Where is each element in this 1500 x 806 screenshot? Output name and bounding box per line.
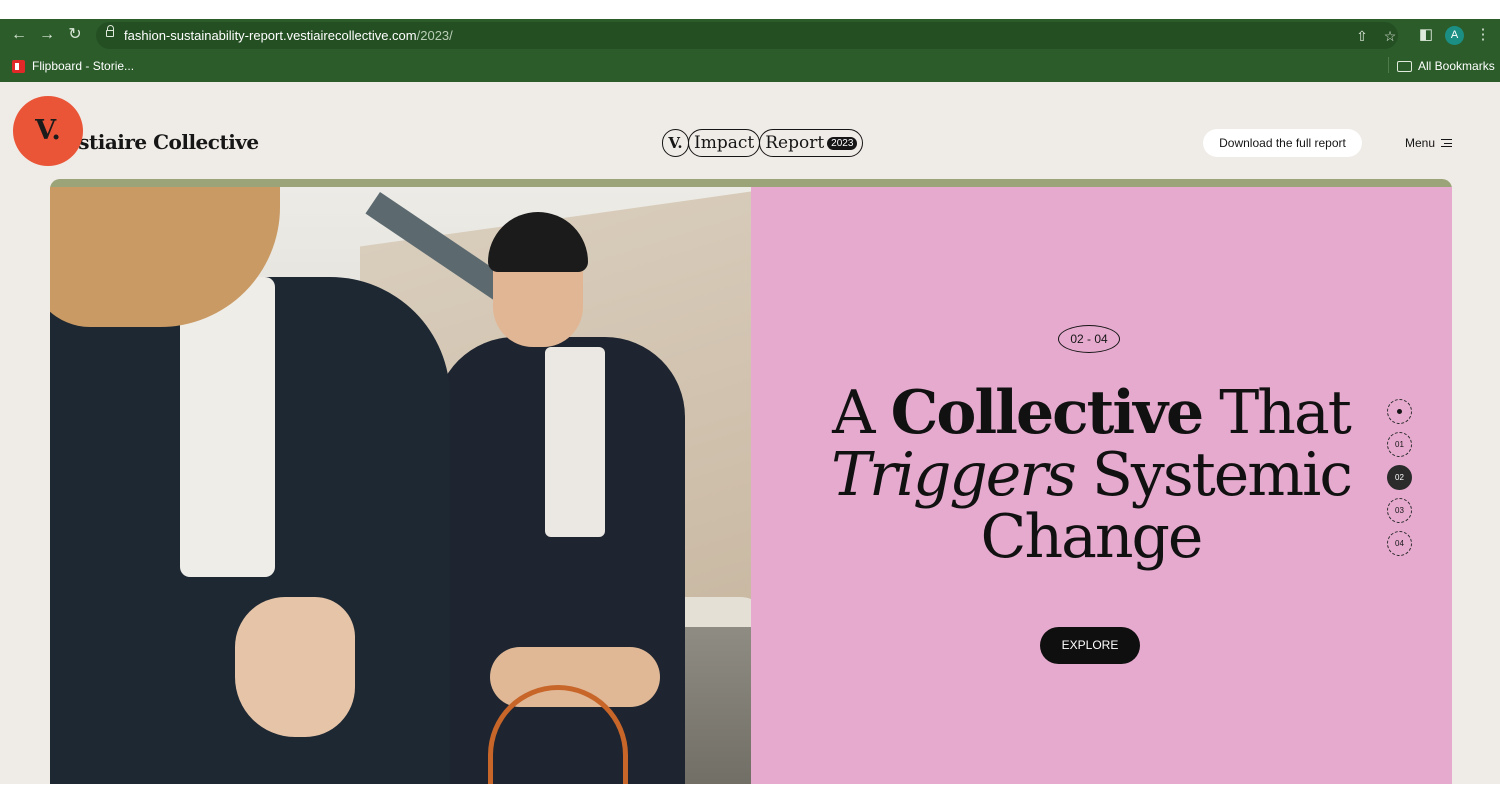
hero-text-panel: 02 - 04 A Collective That Triggers Syste…: [751, 187, 1452, 784]
slide-nav-04[interactable]: 04: [1387, 531, 1412, 556]
bookmark-label: Flipboard - Storie...: [32, 59, 135, 73]
side-panel-icon[interactable]: ◧: [1416, 25, 1436, 45]
profile-avatar[interactable]: A: [1445, 26, 1464, 45]
url-path: /2023/: [416, 28, 453, 43]
impact-pill: Impact: [688, 129, 761, 157]
impact-report-badge[interactable]: V. Impact Report 2023: [662, 129, 864, 157]
address-bar[interactable]: fashion-sustainability-report.vestiairec…: [96, 22, 1398, 49]
report-pill: Report 2023: [759, 129, 864, 157]
slide-nav-home[interactable]: [1387, 399, 1412, 424]
folder-icon: [1397, 60, 1412, 72]
bookmark-flipboard[interactable]: Flipboard - Storie...: [12, 57, 134, 75]
report-label: Report: [765, 133, 825, 153]
hero-section: 02 - 04 A Collective That Triggers Syste…: [50, 187, 1452, 784]
impact-v-pill: V.: [662, 129, 689, 157]
brand-wordmark[interactable]: estiaire Collective: [66, 130, 259, 154]
bookmarks-bar: Flipboard - Storie... All Bookmarks: [0, 55, 1500, 77]
kebab-menu-icon[interactable]: ⋮: [1473, 25, 1493, 45]
year-badge: 2023: [827, 136, 858, 150]
bookmarks-divider: [1388, 57, 1389, 73]
slide-nav-01[interactable]: 01: [1387, 432, 1412, 457]
reload-icon[interactable]: ↻: [65, 25, 85, 45]
hero-photo: [50, 187, 751, 784]
logo-badge[interactable]: V.: [13, 96, 83, 166]
slide-nav-02[interactable]: 02: [1387, 465, 1412, 490]
slide-nav-03[interactable]: 03: [1387, 498, 1412, 523]
download-report-button[interactable]: Download the full report: [1203, 129, 1362, 157]
all-bookmarks-button[interactable]: All Bookmarks: [1397, 57, 1495, 75]
forward-icon[interactable]: →: [37, 25, 57, 45]
explore-button[interactable]: EXPLORE: [1040, 627, 1140, 664]
url-text[interactable]: fashion-sustainability-report.vestiairec…: [124, 28, 453, 43]
menu-button[interactable]: Menu: [1405, 135, 1453, 151]
page: estiaire Collective V. V. Impact Report 2…: [0, 82, 1500, 784]
url-host: fashion-sustainability-report.vestiairec…: [124, 28, 417, 43]
share-icon[interactable]: ⇧: [1354, 28, 1370, 44]
back-icon[interactable]: ←: [9, 25, 29, 45]
slide-counter: 02 - 04: [1058, 325, 1120, 353]
menu-label: Menu: [1405, 136, 1436, 150]
star-icon[interactable]: ☆: [1382, 28, 1398, 44]
browser-chrome: ← → ↻ fashion-sustainability-report.vest…: [0, 19, 1500, 82]
hamburger-icon: [1441, 139, 1453, 148]
lock-icon: [106, 25, 114, 37]
all-bookmarks-label: All Bookmarks: [1418, 59, 1495, 73]
address-row: ← → ↻ fashion-sustainability-report.vest…: [0, 19, 1500, 51]
slide-nav: 01 02 03 04: [1387, 399, 1413, 564]
hero-headline: A Collective That Triggers Systemic Chan…: [831, 378, 1353, 572]
flipboard-icon: [12, 59, 25, 73]
